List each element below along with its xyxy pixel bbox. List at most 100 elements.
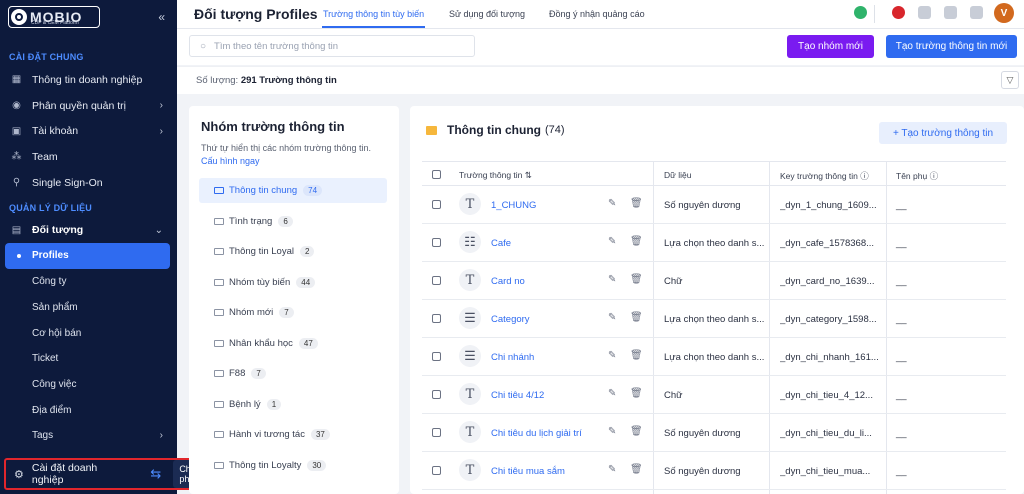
vietnam-flag-icon[interactable] bbox=[892, 6, 905, 19]
field-name-link[interactable]: Card no bbox=[491, 276, 525, 287]
row-checkbox[interactable] bbox=[432, 238, 441, 247]
field-name-link[interactable]: Cafe bbox=[491, 238, 511, 249]
search-input[interactable] bbox=[214, 40, 455, 52]
sidebar-subitem-6[interactable]: Địa điểm bbox=[0, 397, 177, 423]
config-link[interactable]: Cấu hình ngay bbox=[201, 156, 260, 166]
sidebar-item-general-3[interactable]: ⁂ Team bbox=[0, 144, 177, 170]
group-count-badge: 7 bbox=[279, 307, 294, 318]
row-checkbox[interactable] bbox=[432, 390, 441, 399]
field-key: _dyn_chi_tieu_du_li... bbox=[780, 428, 872, 439]
sidebar-item-general-0[interactable]: ▦ Thông tin doanh nghiệp bbox=[0, 67, 177, 93]
sidebar-subitem-4[interactable]: Ticket bbox=[0, 346, 177, 372]
chevron-right-icon: › bbox=[159, 125, 163, 137]
sidebar-item-doi-tuong[interactable]: ▤ Đối tượng ⌄ bbox=[0, 217, 177, 243]
trash-icon[interactable]: 🗑 bbox=[630, 388, 643, 399]
edit-icon[interactable]: ✎ bbox=[608, 198, 616, 209]
col-field-name[interactable]: Trường thông tin ⇅ bbox=[459, 170, 532, 181]
group-item[interactable]: Nhóm tùy biến 44 bbox=[199, 270, 387, 295]
edit-icon[interactable]: ✎ bbox=[608, 312, 616, 323]
trash-icon[interactable]: 🗑 bbox=[630, 198, 643, 209]
group-item[interactable]: Thông tin chung 74 bbox=[199, 178, 387, 203]
sidebar-subitem-1[interactable]: Công ty bbox=[0, 269, 177, 295]
tab-ad-consent[interactable]: Đồng ý nhận quảng cáo bbox=[549, 9, 645, 19]
count-label: Số lượng: bbox=[196, 75, 239, 86]
edit-icon[interactable]: ✎ bbox=[608, 236, 616, 247]
field-name-link[interactable]: Chi tiêu mua sắm bbox=[491, 466, 565, 477]
sidebar-subitem-7[interactable]: Tags › bbox=[0, 423, 177, 449]
group-count-badge: 6 bbox=[278, 215, 293, 227]
table-row[interactable]: T 1_CHUNG ✎ 🗑 Số nguyên dương _dyn_1_chung_16… bbox=[422, 186, 1006, 224]
group-item[interactable]: Bệnh lý 1 bbox=[199, 392, 387, 417]
sidebar-subitem-2[interactable]: Sản phẩm bbox=[0, 295, 177, 321]
new-group-button[interactable]: Tạo nhóm mới bbox=[787, 35, 874, 58]
avatar[interactable]: V bbox=[994, 3, 1014, 23]
select-all-checkbox[interactable] bbox=[432, 170, 441, 179]
group-item[interactable]: Nhóm mới 7 bbox=[199, 300, 387, 325]
row-checkbox[interactable] bbox=[432, 466, 441, 475]
field-name-link[interactable]: 1_CHUNG bbox=[491, 200, 536, 211]
trash-icon[interactable]: 🗑 bbox=[630, 350, 643, 361]
sidebar-item-general-1[interactable]: ◉ Phân quyền quản trị › bbox=[0, 93, 177, 119]
filter-icon[interactable]: ▽ bbox=[1001, 71, 1019, 89]
row-checkbox[interactable] bbox=[432, 352, 441, 361]
field-data-type: Số nguyên dương bbox=[664, 200, 741, 211]
bell-icon[interactable] bbox=[970, 6, 983, 19]
field-alias: __ bbox=[896, 276, 907, 287]
edit-icon[interactable]: ✎ bbox=[608, 350, 616, 361]
table-row[interactable]: T Card no ✎ 🗑 Chữ _dyn_card_no_1639... __ bbox=[422, 262, 1006, 300]
sort-icon[interactable]: ⇅ bbox=[525, 170, 532, 180]
create-field-button[interactable]: + Tạo trường thông tin bbox=[879, 122, 1007, 144]
field-name-link[interactable]: Chi tiêu 4/12 bbox=[491, 390, 544, 401]
trash-icon[interactable]: 🗑 bbox=[630, 312, 643, 323]
status-icon[interactable] bbox=[854, 6, 867, 19]
field-alias: __ bbox=[896, 466, 907, 477]
group-item[interactable]: F88 7 bbox=[199, 361, 387, 386]
enterprise-settings-label[interactable]: Cài đặt doanh nghiệp bbox=[32, 462, 125, 486]
info-icon[interactable]: ⓘ bbox=[860, 171, 869, 181]
row-checkbox[interactable] bbox=[432, 314, 441, 323]
swap-icon[interactable]: ⇆ bbox=[150, 466, 161, 482]
edit-icon[interactable]: ✎ bbox=[608, 274, 616, 285]
table-row[interactable]: ☰ Chi nhánh ✎ 🗑 Lựa chọn theo danh s... _dyn_… bbox=[422, 338, 1006, 376]
edit-icon[interactable]: ✎ bbox=[608, 464, 616, 475]
tab-custom-fields[interactable]: Trường thông tin tùy biến bbox=[323, 9, 424, 19]
group-item[interactable]: Thông tin Loyal 2 bbox=[199, 239, 387, 264]
sidebar-item-label: Đối tượng bbox=[32, 224, 84, 237]
field-alias: __ bbox=[896, 200, 907, 211]
sidebar-subitem-0[interactable]: Profiles bbox=[5, 243, 170, 269]
help-icon[interactable] bbox=[944, 6, 957, 19]
tab-object-usage[interactable]: Sử dụng đối tượng bbox=[449, 9, 525, 19]
table-row[interactable]: ☷ Cafe ✎ 🗑 Lựa chọn theo danh s... _dyn_cafe_… bbox=[422, 224, 1006, 262]
field-type-icon: ☷ bbox=[459, 231, 481, 253]
row-checkbox[interactable] bbox=[432, 428, 441, 437]
field-name-link[interactable]: Chi nhánh bbox=[491, 352, 534, 363]
new-field-button[interactable]: Tạo trường thông tin mới bbox=[886, 35, 1017, 58]
row-checkbox[interactable] bbox=[432, 276, 441, 285]
group-item[interactable]: Thông tin Loyalty 30 bbox=[199, 453, 387, 478]
sidebar-subitem-5[interactable]: Công việc bbox=[0, 372, 177, 398]
sidebar-item-general-4[interactable]: ⚲ Single Sign-On bbox=[0, 170, 177, 196]
field-name-link[interactable]: Category bbox=[491, 314, 530, 325]
group-item[interactable]: Tình trạng 6 bbox=[199, 209, 387, 234]
trash-icon[interactable]: 🗑 bbox=[630, 464, 643, 475]
edit-icon[interactable]: ✎ bbox=[608, 388, 616, 399]
page-title: Đối tượng Profiles bbox=[194, 6, 318, 22]
trash-icon[interactable]: 🗑 bbox=[630, 236, 643, 247]
sidebar-subitem-3[interactable]: Cơ hội bán bbox=[0, 320, 177, 346]
trash-icon[interactable]: 🗑 bbox=[630, 426, 643, 437]
group-item[interactable]: Nhân khẩu học 47 bbox=[199, 331, 387, 356]
trash-icon[interactable]: 🗑 bbox=[630, 274, 643, 285]
table-row[interactable]: T Chi tiêu 4/12 ✎ 🗑 Chữ _dyn_chi_tieu_4_12...… bbox=[422, 376, 1006, 414]
table-row[interactable]: T Chi tiêu mua sắm ✎ 🗑 Số nguyên dương _dyn_c… bbox=[422, 452, 1006, 490]
group-item[interactable]: Hành vi tương tác 37 bbox=[199, 422, 387, 447]
collapse-sidebar-icon[interactable]: « bbox=[158, 10, 165, 24]
active-tab-indicator bbox=[322, 26, 425, 28]
table-row[interactable]: ☰ Category ✎ 🗑 Lựa chọn theo danh s... _dyn_c… bbox=[422, 300, 1006, 338]
info-icon[interactable]: ⓘ bbox=[930, 171, 939, 181]
book-icon[interactable] bbox=[918, 6, 931, 19]
sidebar-item-general-2[interactable]: ▣ Tài khoản › bbox=[0, 118, 177, 144]
field-name-link[interactable]: Chi tiêu du lịch giải trí bbox=[491, 428, 582, 439]
table-row[interactable]: T Chi tiêu du lịch giải trí ✎ 🗑 Số nguyên dư… bbox=[422, 414, 1006, 452]
row-checkbox[interactable] bbox=[432, 200, 441, 209]
edit-icon[interactable]: ✎ bbox=[608, 426, 616, 437]
